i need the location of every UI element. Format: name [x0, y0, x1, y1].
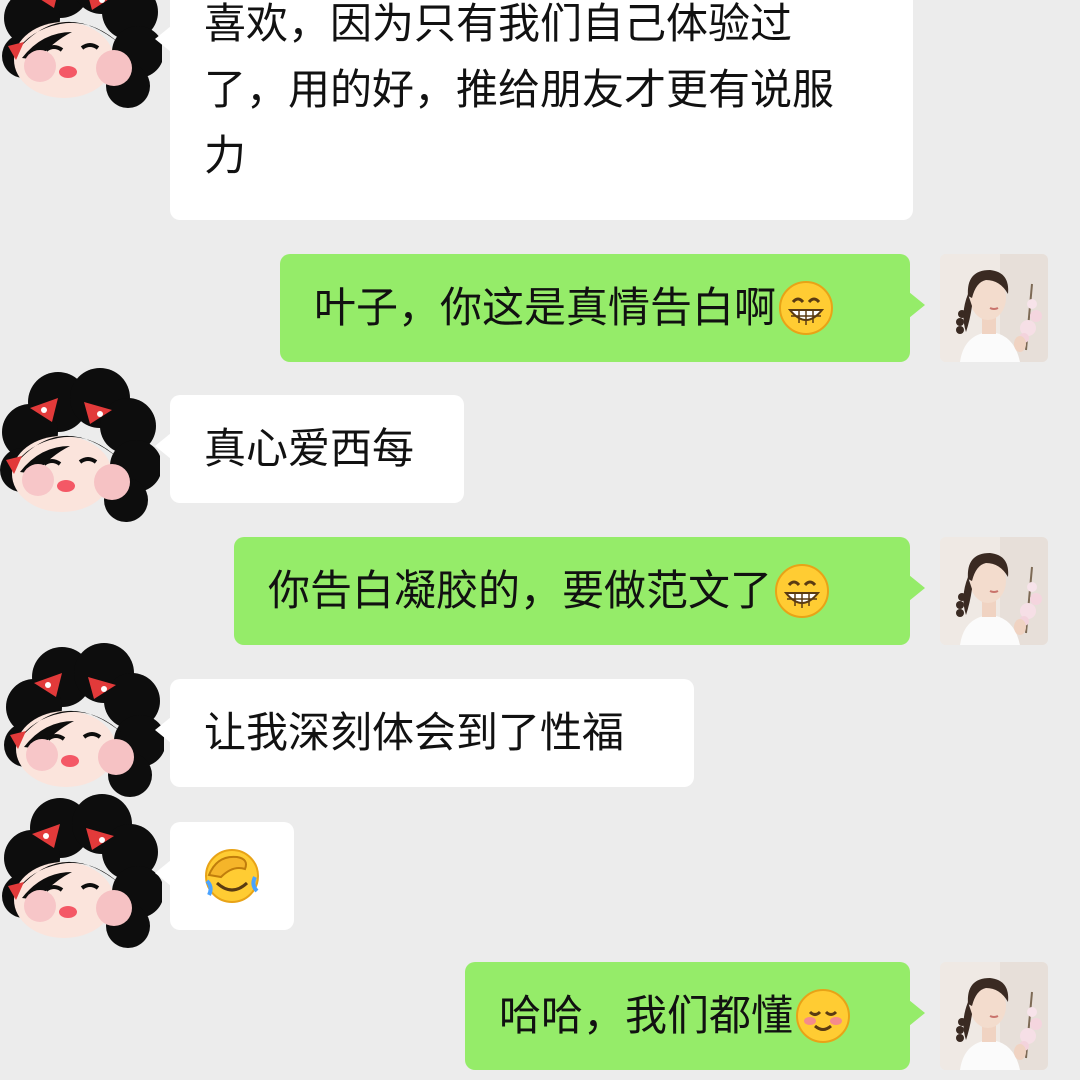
- friend-avatar[interactable]: [2, 0, 162, 108]
- grinning-face-icon: [779, 281, 834, 335]
- self-avatar[interactable]: [940, 254, 1048, 362]
- friend-avatar[interactable]: [4, 637, 164, 797]
- facepalm-icon: [205, 849, 259, 903]
- message-text: 让我深刻体会到了性福: [204, 708, 625, 757]
- message-bubble[interactable]: 喜欢，因为只有我们自己体验过 了，用的好，推给朋友才更有说服 力: [155, 0, 913, 220]
- self-avatar[interactable]: [940, 962, 1048, 1070]
- message-text: 叶子，你这是真情告白啊: [314, 283, 777, 332]
- message-bubble[interactable]: 你告白凝胶的，要做范文了: [234, 537, 925, 645]
- message-text-line: 了，用的好，推给朋友才更有说服: [204, 65, 835, 114]
- message-bubble[interactable]: [155, 822, 294, 930]
- message-text: 真心爱西每: [204, 424, 415, 473]
- self-avatar[interactable]: [940, 537, 1048, 645]
- friend-avatar[interactable]: [2, 788, 162, 948]
- message-text: 你告白凝胶的，要做范文了: [268, 566, 773, 615]
- message-bubble[interactable]: 让我深刻体会到了性福: [155, 679, 694, 787]
- message-text: 哈哈，我们都懂: [499, 991, 794, 1040]
- message-text-line: 喜欢，因为只有我们自己体验过: [204, 0, 793, 48]
- message-bubble[interactable]: 哈哈，我们都懂: [465, 962, 925, 1070]
- grinning-face-icon: [775, 564, 830, 618]
- friend-avatar[interactable]: [0, 362, 160, 522]
- message-bubble[interactable]: 真心爱西每: [155, 395, 464, 503]
- blushing-face-icon: [796, 989, 851, 1043]
- message-bubble[interactable]: 叶子，你这是真情告白啊: [280, 254, 925, 362]
- message-text-line: 力: [204, 131, 247, 180]
